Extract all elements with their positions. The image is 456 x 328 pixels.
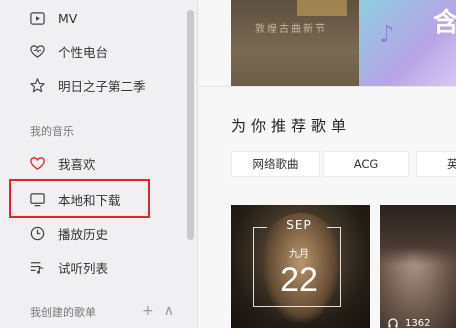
sidebar-item-label: 播放历史 bbox=[58, 226, 109, 242]
banner-right[interactable]: ♪ 含 bbox=[359, 0, 456, 86]
highlight-box bbox=[9, 179, 150, 218]
cover-frame-corner bbox=[253, 227, 267, 228]
mv-icon bbox=[28, 9, 46, 27]
sidebar-item-play-history[interactable]: 播放历史 bbox=[28, 220, 108, 246]
main-content: 敦煌古曲新节 ♪ 含 为你推荐歌单 网络歌曲 ACG 英 SEP 九月 22 1… bbox=[199, 0, 456, 328]
sidebar-item-label: MV bbox=[58, 10, 78, 26]
section-title-created-playlists: 我创建的歌单 bbox=[30, 306, 96, 319]
playlist-card[interactable]: 1362 bbox=[380, 205, 456, 328]
recommend-title: 为你推荐歌单 bbox=[231, 117, 352, 135]
cover-day: 22 bbox=[280, 261, 318, 299]
heart-icon bbox=[28, 154, 46, 172]
banner-left[interactable]: 敦煌古曲新节 bbox=[231, 0, 359, 86]
play-count: 1362 bbox=[387, 317, 430, 328]
headphones-icon bbox=[388, 318, 398, 328]
playlist-card[interactable]: SEP 九月 22 bbox=[231, 205, 370, 328]
sidebar-item-label: 个性电台 bbox=[58, 44, 109, 60]
cover-month-cn: 九月 bbox=[289, 249, 309, 260]
star-icon bbox=[28, 76, 46, 94]
sidebar-item-label: 明日之子第二季 bbox=[58, 78, 146, 94]
sidebar-item-show[interactable]: 明日之子第二季 bbox=[28, 72, 146, 98]
sidebar-scrollbar[interactable] bbox=[187, 10, 194, 240]
sidebar-item-personal-radio[interactable]: 个性电台 bbox=[28, 38, 108, 64]
cover-frame-corner bbox=[327, 227, 341, 228]
radio-heart-icon bbox=[28, 42, 46, 60]
section-title-my-music: 我的音乐 bbox=[30, 125, 74, 138]
banner-right-text: 含 bbox=[433, 8, 456, 38]
sidebar-item-label: 试听列表 bbox=[58, 260, 109, 276]
play-count-value: 1362 bbox=[405, 317, 431, 328]
clock-icon bbox=[28, 224, 46, 242]
tag-english[interactable]: 英 bbox=[416, 151, 456, 177]
banner-left-text: 敦煌古曲新节 bbox=[255, 24, 327, 35]
tag-acg[interactable]: ACG bbox=[323, 151, 409, 177]
sidebar-item-mv[interactable]: MV bbox=[28, 5, 77, 31]
cover-portrait bbox=[380, 205, 456, 265]
banner-decoration bbox=[297, 0, 347, 16]
sidebar: MV 个性电台 明日之子第二季 我的音乐 我喜欢 本地和下载 播放历史 试听列表… bbox=[0, 0, 198, 328]
cover-month-en: SEP bbox=[286, 218, 312, 232]
sidebar-item-trial-list[interactable]: 试听列表 bbox=[28, 254, 108, 280]
sidebar-item-label: 我喜欢 bbox=[58, 156, 96, 172]
music-note-icon: ♪ bbox=[379, 20, 395, 48]
divider bbox=[199, 86, 456, 87]
collapse-button[interactable]: ∧ bbox=[164, 303, 174, 319]
tag-network-songs[interactable]: 网络歌曲 bbox=[231, 151, 320, 177]
playlist-icon bbox=[28, 258, 46, 276]
sidebar-item-favorites[interactable]: 我喜欢 bbox=[28, 150, 96, 176]
add-playlist-button[interactable]: + bbox=[142, 303, 154, 319]
section-actions: + ∧ bbox=[142, 303, 174, 319]
